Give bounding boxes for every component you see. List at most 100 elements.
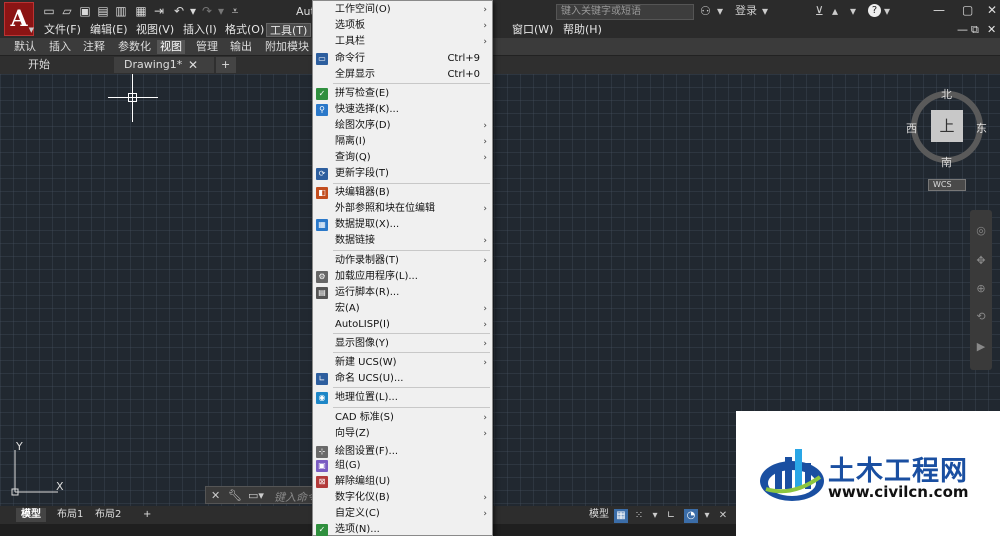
compass-north[interactable]: 北 <box>941 86 952 102</box>
ribbon-tab-view[interactable]: 视图 <box>157 40 185 54</box>
tools-menu-item[interactable]: 工具栏 › <box>313 34 492 50</box>
open-file-icon[interactable]: ▱ <box>60 4 74 18</box>
ribbon-tab-insert[interactable]: 插入 <box>46 40 74 54</box>
maximize-icon[interactable]: ▢ <box>962 3 973 17</box>
ribbon-tab-default[interactable]: 默认 <box>11 40 39 54</box>
tools-menu-item[interactable]: 查询(Q) › <box>313 150 492 166</box>
tools-menu-item[interactable]: 新建 UCS(W) › <box>313 355 492 371</box>
command-line[interactable]: ✕ 🔧︎ ▭▾ 键入命令 <box>205 486 320 504</box>
layout-tab-model[interactable]: 模型 <box>16 508 46 522</box>
stay-connected-icon[interactable]: ▾ <box>850 4 856 18</box>
ribbon-tab-addins[interactable]: 附加模块 <box>262 40 312 54</box>
menu-help[interactable]: 帮助(H) <box>560 23 605 37</box>
recent-commands-icon[interactable]: ▭▾ <box>248 489 264 502</box>
user-icon[interactable]: ⚇ <box>700 4 711 18</box>
compass-east[interactable]: 东 <box>976 120 987 136</box>
export-icon[interactable]: ⇥ <box>152 4 166 18</box>
tools-menu-item[interactable]: ▦ 数据提取(X)... <box>313 217 492 233</box>
minimize-icon[interactable]: — <box>933 3 945 17</box>
tools-menu-item[interactable]: ▭ 命令行 Ctrl+9 <box>313 51 492 67</box>
ribbon-tab-output[interactable]: 输出 <box>227 40 255 54</box>
showmotion-icon[interactable]: ▶ <box>974 340 988 354</box>
tools-menu-item[interactable]: ⟳ 更新字段(T) <box>313 166 492 182</box>
add-layout-button[interactable]: + <box>138 508 156 522</box>
new-file-icon[interactable]: ▭ <box>42 4 56 18</box>
grid-icon[interactable]: ▦ <box>614 509 628 523</box>
tools-menu-item[interactable]: 自定义(C) › <box>313 506 492 522</box>
menu-insert[interactable]: 插入(I) <box>180 23 220 37</box>
undo-icon[interactable]: ↶ <box>172 4 186 18</box>
login-link[interactable]: 登录 <box>735 4 757 18</box>
viewcube-top-face[interactable]: 上 <box>931 110 963 142</box>
search-input[interactable]: 键入关键字或短语 <box>556 4 694 20</box>
tools-menu-item[interactable]: 外部参照和块在位编辑 › <box>313 201 492 217</box>
close-icon[interactable]: ✕ <box>987 3 997 17</box>
menu-tools[interactable]: 工具(T) <box>266 23 312 37</box>
menu-file[interactable]: 文件(F) <box>41 23 84 37</box>
wcs-menu[interactable]: WCS <box>928 179 966 191</box>
customize-toolbar-icon[interactable]: ⩡ <box>228 4 242 18</box>
tools-menu-item[interactable]: ⊠ 解除编组(U) <box>313 474 492 490</box>
tab-drawing1[interactable]: Drawing1* <box>114 57 214 73</box>
customize-icon[interactable]: 🔧︎ <box>228 489 242 502</box>
menu-view[interactable]: 视图(V) <box>133 23 177 37</box>
close-tab-icon[interactable]: ✕ <box>188 57 198 73</box>
tools-menu-item[interactable]: 全屏显示 Ctrl+0 <box>313 67 492 83</box>
model-space-toggle[interactable]: 模型 <box>584 508 614 522</box>
tools-menu-item[interactable]: 隔离(I) › <box>313 134 492 150</box>
tools-menu-item[interactable]: ▣ 组(G) <box>313 458 492 474</box>
tools-menu-item[interactable]: 绘图次序(D) › <box>313 118 492 134</box>
compass-west[interactable]: 西 <box>906 120 917 136</box>
ortho-icon[interactable]: ∟ <box>664 509 678 523</box>
save-as-icon[interactable]: ▤ <box>96 4 110 18</box>
help-dropdown-icon[interactable]: ▾ <box>884 4 890 18</box>
menu-edit[interactable]: 编辑(E) <box>87 23 131 37</box>
save-icon[interactable]: ▣ <box>78 4 92 18</box>
tools-menu-item[interactable]: 向导(Z) › <box>313 426 492 442</box>
steering-wheel-icon[interactable]: ◎ <box>974 224 988 238</box>
layout-tab-layout1[interactable]: 布局1 <box>52 508 88 522</box>
help-icon[interactable]: ? <box>868 4 881 17</box>
redo-dropdown-icon[interactable]: ▾ <box>214 4 228 18</box>
tools-menu-item[interactable]: ∟ 命名 UCS(U)... <box>313 371 492 387</box>
tools-menu-item[interactable]: 显示图像(Y) › <box>313 336 492 352</box>
tools-menu-item[interactable]: 动作录制器(T) › <box>313 253 492 269</box>
tools-menu-item[interactable]: ✓ 选项(N)... <box>313 522 492 536</box>
layout-tab-layout2[interactable]: 布局2 <box>90 508 126 522</box>
tools-menu-item[interactable]: ▤ 运行脚本(R)... <box>313 285 492 301</box>
publish-icon[interactable]: ▦ <box>134 4 148 18</box>
compass-south[interactable]: 南 <box>941 154 952 170</box>
close-command-line-icon[interactable]: ✕ <box>211 489 220 502</box>
user-dropdown-icon[interactable]: ▾ <box>717 4 723 18</box>
a360-icon[interactable]: ▴ <box>832 4 838 18</box>
tools-menu-item[interactable]: 工作空间(O) › <box>313 2 492 18</box>
snap-dropdown-icon[interactable]: ▾ <box>648 509 662 523</box>
polar-tracking-icon[interactable]: ◔ <box>684 509 698 523</box>
undo-dropdown-icon[interactable]: ▾ <box>186 4 200 18</box>
tools-menu-item[interactable]: ◉ 地理位置(L)... <box>313 390 492 406</box>
doc-close-icon[interactable]: ✕ <box>984 23 999 37</box>
isodraft-icon[interactable]: ✕ <box>716 509 730 523</box>
cart-icon[interactable]: ⊻ <box>815 4 824 18</box>
tools-menu-item[interactable]: ◧ 块编辑器(B) <box>313 185 492 201</box>
redo-icon[interactable]: ↷ <box>200 4 214 18</box>
orbit-icon[interactable]: ⟲ <box>974 310 988 324</box>
snap-icon[interactable]: ⁙ <box>632 509 646 523</box>
ribbon-tab-annotate[interactable]: 注释 <box>80 40 108 54</box>
tools-menu-item[interactable]: ⚲ 快速选择(K)... <box>313 102 492 118</box>
pan-icon[interactable]: ✥ <box>974 254 988 268</box>
application-menu-button[interactable]: A ▼ <box>4 2 34 36</box>
tools-menu-item[interactable]: 数据链接 › <box>313 233 492 249</box>
tools-menu-item[interactable]: CAD 标准(S) › <box>313 410 492 426</box>
polar-dropdown-icon[interactable]: ▾ <box>700 509 714 523</box>
tab-start[interactable]: 开始 <box>18 57 108 73</box>
login-dropdown-icon[interactable]: ▾ <box>762 4 768 18</box>
plot-icon[interactable]: ▥ <box>114 4 128 18</box>
tools-menu-item[interactable]: 宏(A) › <box>313 301 492 317</box>
menu-window[interactable]: 窗口(W) <box>509 23 556 37</box>
ribbon-tab-parametric[interactable]: 参数化 <box>115 40 154 54</box>
tools-menu-item[interactable]: 数字化仪(B) › <box>313 490 492 506</box>
tools-menu-item[interactable]: ✓ 拼写检查(E) <box>313 86 492 102</box>
new-tab-button[interactable]: + <box>216 57 236 73</box>
zoom-icon[interactable]: ⊕ <box>974 282 988 296</box>
